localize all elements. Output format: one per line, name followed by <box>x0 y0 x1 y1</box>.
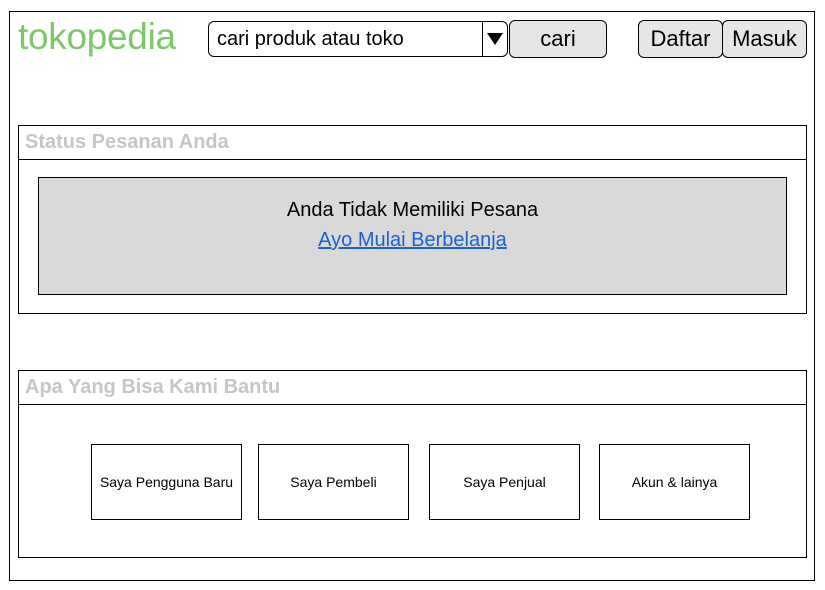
order-status-panel: Status Pesanan Anda Anda Tidak Memiliki … <box>18 125 807 314</box>
order-status-title: Status Pesanan Anda <box>19 126 806 160</box>
empty-orders-box: Anda Tidak Memiliki Pesana Ayo Mulai Ber… <box>38 177 787 295</box>
logo[interactable]: tokopedia <box>18 16 176 58</box>
register-button[interactable]: Daftar <box>638 20 723 58</box>
triangle-down-icon <box>487 33 503 45</box>
search-box <box>208 21 508 57</box>
help-panel: Apa Yang Bisa Kami Bantu Saya Pengguna B… <box>18 370 807 558</box>
login-button[interactable]: Masuk <box>722 20 807 58</box>
search-input[interactable] <box>209 22 482 56</box>
help-card-buyer[interactable]: Saya Pembeli <box>258 444 409 520</box>
search-button[interactable]: cari <box>509 20 607 58</box>
help-card-account[interactable]: Akun & lainya <box>599 444 750 520</box>
help-card-new-user[interactable]: Saya Pengguna Baru <box>91 444 242 520</box>
empty-orders-message: Anda Tidak Memiliki Pesana <box>286 199 539 221</box>
search-category-dropdown[interactable] <box>482 22 507 56</box>
help-title: Apa Yang Bisa Kami Bantu <box>19 371 806 405</box>
help-card-seller[interactable]: Saya Penjual <box>429 444 580 520</box>
start-shopping-link[interactable]: Ayo Mulai Berbelanja <box>318 229 507 252</box>
